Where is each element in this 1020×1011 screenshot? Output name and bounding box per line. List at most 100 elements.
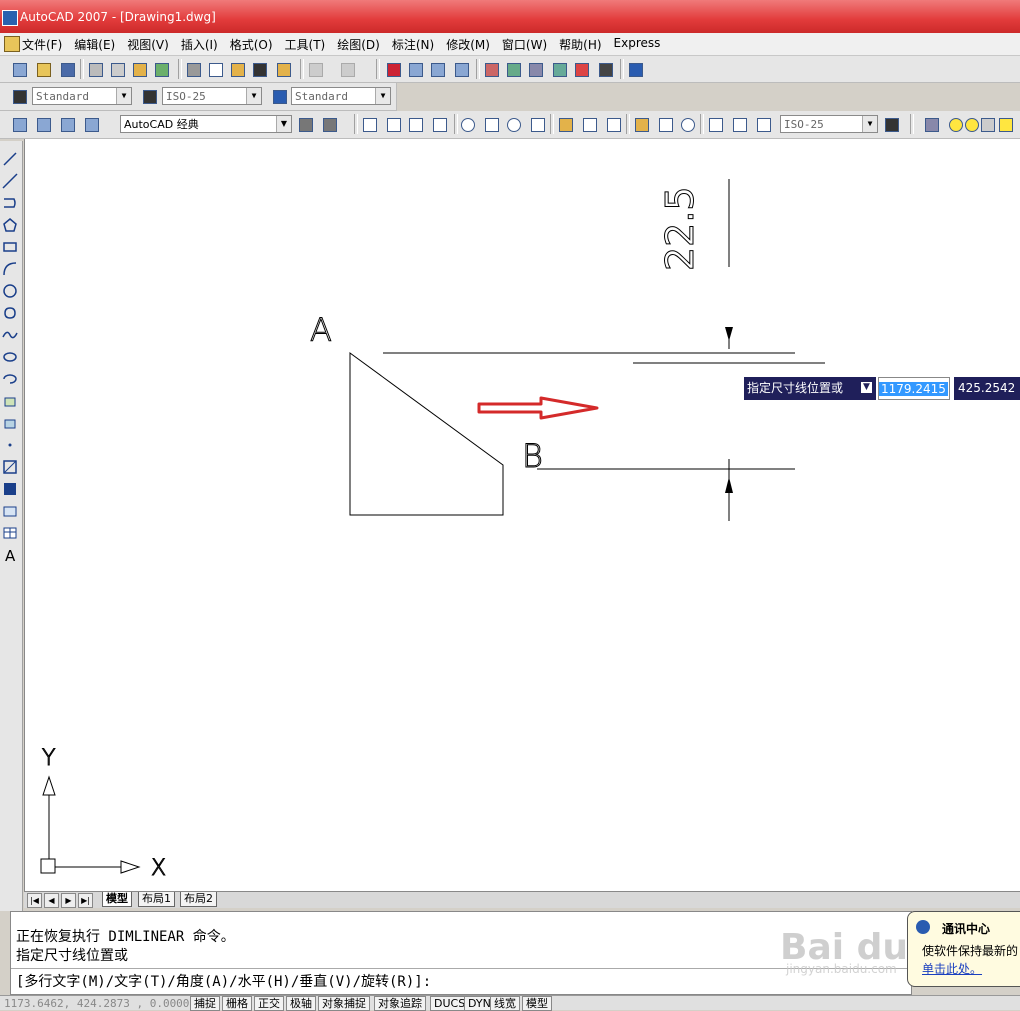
plot-icon[interactable] <box>86 60 104 78</box>
dynamic-input-x-field[interactable]: 1179.2415 <box>878 377 950 400</box>
layer-lock-icon[interactable] <box>978 115 996 133</box>
menu-edit[interactable]: 编辑(E) <box>74 36 115 53</box>
menu-window[interactable]: 窗口(W) <box>502 36 547 53</box>
line-icon[interactable] <box>2 151 18 167</box>
rectangle-icon[interactable] <box>2 239 18 255</box>
multiline-text-icon[interactable]: A <box>2 547 18 563</box>
tolerance-icon[interactable] <box>656 115 674 133</box>
menu-tools[interactable]: 工具(T) <box>285 36 326 53</box>
revision-cloud-icon[interactable] <box>2 305 18 321</box>
command-input[interactable]: [多行文字(M)/文字(T)/角度(A)/水平(H)/垂直(V)/旋转(R)]: <box>11 968 909 991</box>
pan-icon[interactable] <box>384 60 402 78</box>
save-icon[interactable] <box>58 60 76 78</box>
match-properties-icon[interactable] <box>250 60 268 78</box>
layer-color-icon[interactable] <box>996 115 1014 133</box>
zoom-window-icon[interactable] <box>428 60 446 78</box>
construction-line-icon[interactable] <box>2 173 18 189</box>
circle-icon[interactable] <box>2 283 18 299</box>
menu-dimension[interactable]: 标注(N) <box>392 36 434 53</box>
workspace-settings-button[interactable] <box>296 115 314 133</box>
paste-icon[interactable] <box>228 60 246 78</box>
aligned-dimension-icon[interactable] <box>384 115 402 133</box>
text-style-select[interactable]: Standard ▼ <box>32 87 132 105</box>
make-block-icon[interactable] <box>2 415 18 431</box>
my-workspace-button[interactable] <box>320 115 338 133</box>
diameter-dimension-icon[interactable] <box>504 115 522 133</box>
open-icon[interactable] <box>34 60 52 78</box>
block-editor-icon[interactable] <box>274 60 292 78</box>
dropdown-arrow-icon[interactable]: ▼ <box>861 382 872 393</box>
continue-dimension-icon[interactable] <box>604 115 622 133</box>
dim-style-icon[interactable] <box>140 87 158 105</box>
linear-dimension-icon[interactable] <box>360 115 378 133</box>
quick-leader-icon[interactable] <box>632 115 650 133</box>
redo-icon[interactable] <box>338 60 356 78</box>
menu-modify[interactable]: 修改(M) <box>446 36 490 53</box>
baseline-dimension-icon[interactable] <box>580 115 598 133</box>
autocad-app-icon[interactable] <box>2 10 18 26</box>
help-icon[interactable] <box>626 60 644 78</box>
menu-help[interactable]: 帮助(H) <box>559 36 601 53</box>
copy-icon[interactable] <box>206 60 224 78</box>
plot-preview-icon[interactable] <box>108 60 126 78</box>
gradient-icon[interactable] <box>2 481 18 497</box>
dynamic-input-y-field[interactable]: 425.2542 <box>954 377 1020 400</box>
markup-icon[interactable] <box>572 60 590 78</box>
properties-icon[interactable] <box>482 60 500 78</box>
table-icon[interactable] <box>2 525 18 541</box>
tab-layout2[interactable]: 布局2 <box>180 892 217 907</box>
new-icon[interactable] <box>10 60 28 78</box>
cut-icon[interactable] <box>184 60 202 78</box>
dimension-style-select[interactable]: ISO-25 ▼ <box>780 115 878 133</box>
zoom-previous-icon[interactable] <box>452 60 470 78</box>
table-style-icon[interactable] <box>270 87 288 105</box>
spline-icon[interactable] <box>2 327 18 343</box>
polygon-icon[interactable] <box>2 217 18 233</box>
workspace-select[interactable]: AutoCAD 经典 ▼ <box>120 115 292 133</box>
ordinate-dimension-icon[interactable] <box>430 115 448 133</box>
dimension-update-icon[interactable] <box>754 115 772 133</box>
table-style-select[interactable]: Standard ▼ <box>291 87 391 105</box>
menu-format[interactable]: 格式(O) <box>230 36 273 53</box>
arc-icon[interactable] <box>2 261 18 277</box>
prev-tab-icon[interactable]: ◀ <box>44 893 59 908</box>
tab-layout1[interactable]: 布局1 <box>138 892 175 907</box>
polyline-icon[interactable] <box>2 195 18 211</box>
dimension-style-icon[interactable] <box>882 115 900 133</box>
zoom-realtime-icon[interactable] <box>406 60 424 78</box>
undo-icon[interactable] <box>306 60 324 78</box>
menu-file[interactable]: 文件(F) <box>22 36 62 53</box>
arc-length-icon[interactable] <box>406 115 424 133</box>
radius-dimension-icon[interactable] <box>458 115 476 133</box>
menu-view[interactable]: 视图(V) <box>127 36 169 53</box>
dim-style-select[interactable]: ISO-25 ▼ <box>162 87 262 105</box>
sheet-set-icon[interactable] <box>550 60 568 78</box>
publish-icon[interactable] <box>130 60 148 78</box>
last-tab-icon[interactable]: ▶| <box>78 893 93 908</box>
clip-viewport-icon[interactable] <box>82 115 100 133</box>
tab-model[interactable]: 模型 <box>102 892 132 907</box>
workspace-settings-icon[interactable] <box>10 115 28 133</box>
3d-dwf-icon[interactable] <box>152 60 170 78</box>
tool-palettes-icon[interactable] <box>526 60 544 78</box>
layer-manager-icon[interactable] <box>922 115 940 133</box>
dimension-text-edit-icon[interactable] <box>730 115 748 133</box>
document-icon[interactable] <box>4 36 20 52</box>
first-tab-icon[interactable]: |◀ <box>27 893 42 908</box>
viewports-icon[interactable] <box>58 115 76 133</box>
drawing-canvas[interactable]: A B 22.5 X Y <box>24 139 1020 891</box>
region-icon[interactable] <box>2 503 18 519</box>
menu-insert[interactable]: 插入(I) <box>181 36 218 53</box>
insert-block-icon[interactable] <box>2 393 18 409</box>
hatch-icon[interactable] <box>2 459 18 475</box>
menu-draw[interactable]: 绘图(D) <box>337 36 380 53</box>
dimension-edit-icon[interactable] <box>706 115 724 133</box>
jogged-dimension-icon[interactable] <box>482 115 500 133</box>
save-workspace-icon[interactable] <box>34 115 52 133</box>
angular-dimension-icon[interactable] <box>528 115 546 133</box>
quick-dimension-icon[interactable] <box>556 115 574 133</box>
center-mark-icon[interactable] <box>678 115 696 133</box>
text-style-icon[interactable] <box>10 87 28 105</box>
next-tab-icon[interactable]: ▶ <box>61 893 76 908</box>
ellipse-arc-icon[interactable] <box>2 371 18 387</box>
